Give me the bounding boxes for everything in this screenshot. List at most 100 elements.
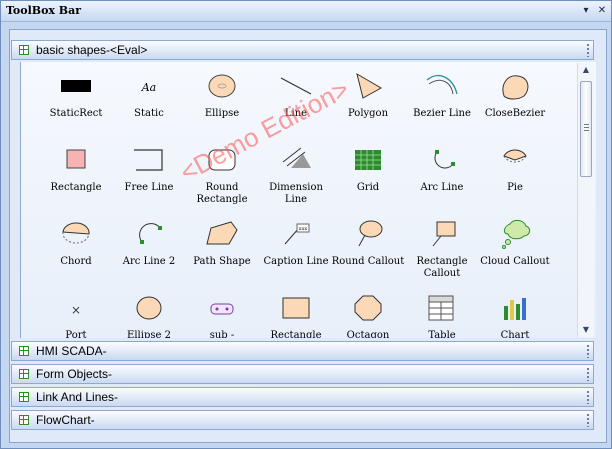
tool-item-freeline[interactable]: Free Line: [110, 144, 188, 194]
round-callout-icon: [358, 220, 383, 247]
tool-item-sub[interactable]: sub -: [183, 292, 261, 338]
grip-icon: [587, 345, 589, 358]
vertical-scrollbar[interactable]: ▲ ▼: [577, 63, 594, 337]
group-label: FlowChart-: [36, 413, 95, 427]
group-label: HMI SCADA-: [36, 344, 107, 358]
toolbox-window: ToolBox Bar ▾ ✕ basic shapes-<Eval> Stat…: [0, 0, 612, 449]
chart-icon: [504, 298, 526, 320]
tool-item-static[interactable]: Aa Static: [110, 70, 188, 120]
group-icon: [19, 45, 29, 55]
close-icon[interactable]: ✕: [595, 4, 609, 18]
svg-text:×: ×: [71, 303, 81, 317]
tool-item-chart[interactable]: Chart: [476, 292, 554, 338]
tool-item-chord[interactable]: Chord: [37, 218, 115, 268]
tool-item-captionline[interactable]: xxx Caption Line: [257, 218, 335, 268]
static-text-icon: Aa: [141, 81, 157, 94]
tool-item-ellipse[interactable]: Ellipse: [183, 70, 261, 120]
grip-icon: [587, 414, 589, 427]
tool-item-staticrect[interactable]: StaticRect: [37, 70, 115, 120]
group-label: Link And Lines-: [36, 390, 119, 404]
tool-item-table[interactable]: Table: [403, 292, 481, 338]
path-shape-icon: [206, 221, 238, 245]
rectangle-2-icon: [282, 297, 310, 319]
chevron-down-icon[interactable]: ▾: [579, 4, 593, 18]
group-icon: [19, 415, 29, 425]
group-header-link-and-lines[interactable]: Link And Lines-: [11, 387, 594, 407]
svg-text:Aa: Aa: [141, 81, 157, 94]
port-icon: ×: [71, 303, 81, 317]
tool-item-roundcallout[interactable]: Round Callout: [329, 218, 407, 268]
tool-item-label: Octagon: [346, 330, 390, 338]
arc-line-icon: [434, 150, 455, 169]
tool-item-dimline[interactable]: Dimension Line: [257, 144, 335, 206]
tool-item-label: Ellipse: [204, 108, 240, 119]
scroll-thumb[interactable]: [580, 81, 592, 177]
tool-item-pie[interactable]: Pie: [476, 144, 554, 194]
ellipse-2-icon: [136, 296, 162, 320]
tool-item-label: Cloud Callout: [480, 256, 550, 267]
scroll-up-icon[interactable]: ▲: [581, 65, 591, 75]
tool-item-pathshape[interactable]: Path Shape: [183, 218, 261, 268]
svg-text:xxx: xxx: [299, 226, 308, 232]
tool-item-label: StaticRect: [49, 108, 103, 119]
tool-item-rectangle[interactable]: Rectangle: [37, 144, 115, 194]
tool-item-label: Rectangle: [50, 182, 102, 193]
static-rect-icon: [61, 80, 91, 92]
group-label: basic shapes-<Eval>: [36, 43, 148, 57]
tool-item-bezierline[interactable]: Bezier Line: [403, 70, 481, 120]
octagon-icon: [354, 295, 382, 321]
tool-item-closebezier[interactable]: CloseBezier: [476, 70, 554, 120]
tool-item-rectangle2[interactable]: Rectangle: [257, 292, 335, 338]
group-header-flowchart[interactable]: FlowChart-: [11, 410, 594, 430]
tool-item-label: Path Shape: [193, 256, 251, 267]
cloud-callout-icon: [502, 219, 531, 249]
grid-icon: [355, 150, 381, 170]
tool-item-label: Polygon: [347, 108, 389, 119]
grip-icon: [587, 44, 589, 57]
title-bar: ToolBox Bar ▾ ✕: [1, 1, 611, 22]
pie-icon: [503, 149, 527, 163]
sub-icon: [210, 303, 234, 315]
free-line-icon: [134, 149, 163, 171]
grip-icon: [587, 368, 589, 381]
tool-item-label: Free Line: [124, 182, 174, 193]
tool-item-label: sub -: [209, 330, 235, 338]
tool-item-grid[interactable]: Grid: [329, 144, 407, 194]
ellipse-icon: [208, 74, 236, 98]
tool-item-label: Static: [134, 108, 164, 119]
tool-item-ellipse2[interactable]: Ellipse 2: [110, 292, 188, 338]
group-icon: [19, 369, 29, 379]
tool-item-label: Pie: [507, 182, 523, 193]
bezier-line-icon: [426, 75, 458, 95]
grip-icon: [587, 391, 589, 404]
tool-item-arcline2[interactable]: Arc Line 2: [110, 218, 188, 268]
group-header-form-objects[interactable]: Form Objects-: [11, 364, 594, 384]
group-icon: [19, 392, 29, 402]
tool-item-label: Round Rectangle: [196, 182, 248, 205]
tool-item-arcline[interactable]: Arc Line: [403, 144, 481, 194]
tool-item-rectcallout[interactable]: Rectangle Callout: [403, 218, 481, 280]
chord-icon: [62, 222, 90, 244]
tool-item-label: Port: [65, 330, 87, 338]
tool-item-label: Caption Line: [263, 256, 329, 267]
tool-item-label: Round Callout: [331, 256, 405, 267]
tool-item-label: Dimension Line: [269, 182, 323, 205]
tool-item-label: Table: [428, 330, 456, 338]
tool-item-label: Bezier Line: [413, 108, 471, 119]
tool-item-label: Chart: [500, 330, 530, 338]
tool-item-port[interactable]: × Port: [37, 292, 115, 338]
dimension-line-icon: [282, 147, 311, 168]
group-header-hmi-scada[interactable]: HMI SCADA-: [11, 341, 594, 361]
arc-line-2-icon: [139, 223, 162, 244]
tool-item-label: Rectangle Callout: [416, 256, 468, 279]
caption-line-icon: xxx: [284, 223, 310, 245]
group-icon: [19, 346, 29, 356]
tool-item-label: Arc Line: [420, 182, 464, 193]
polygon-icon: [356, 72, 383, 99]
tool-item-octagon[interactable]: Octagon: [329, 292, 407, 338]
tool-item-cloudcallout[interactable]: Cloud Callout: [476, 218, 554, 268]
scroll-down-icon[interactable]: ▼: [581, 325, 591, 335]
tool-item-label: Rectangle: [270, 330, 322, 338]
group-header-basic-shapes[interactable]: basic shapes-<Eval>: [11, 40, 594, 60]
window-title: ToolBox Bar: [6, 4, 82, 17]
